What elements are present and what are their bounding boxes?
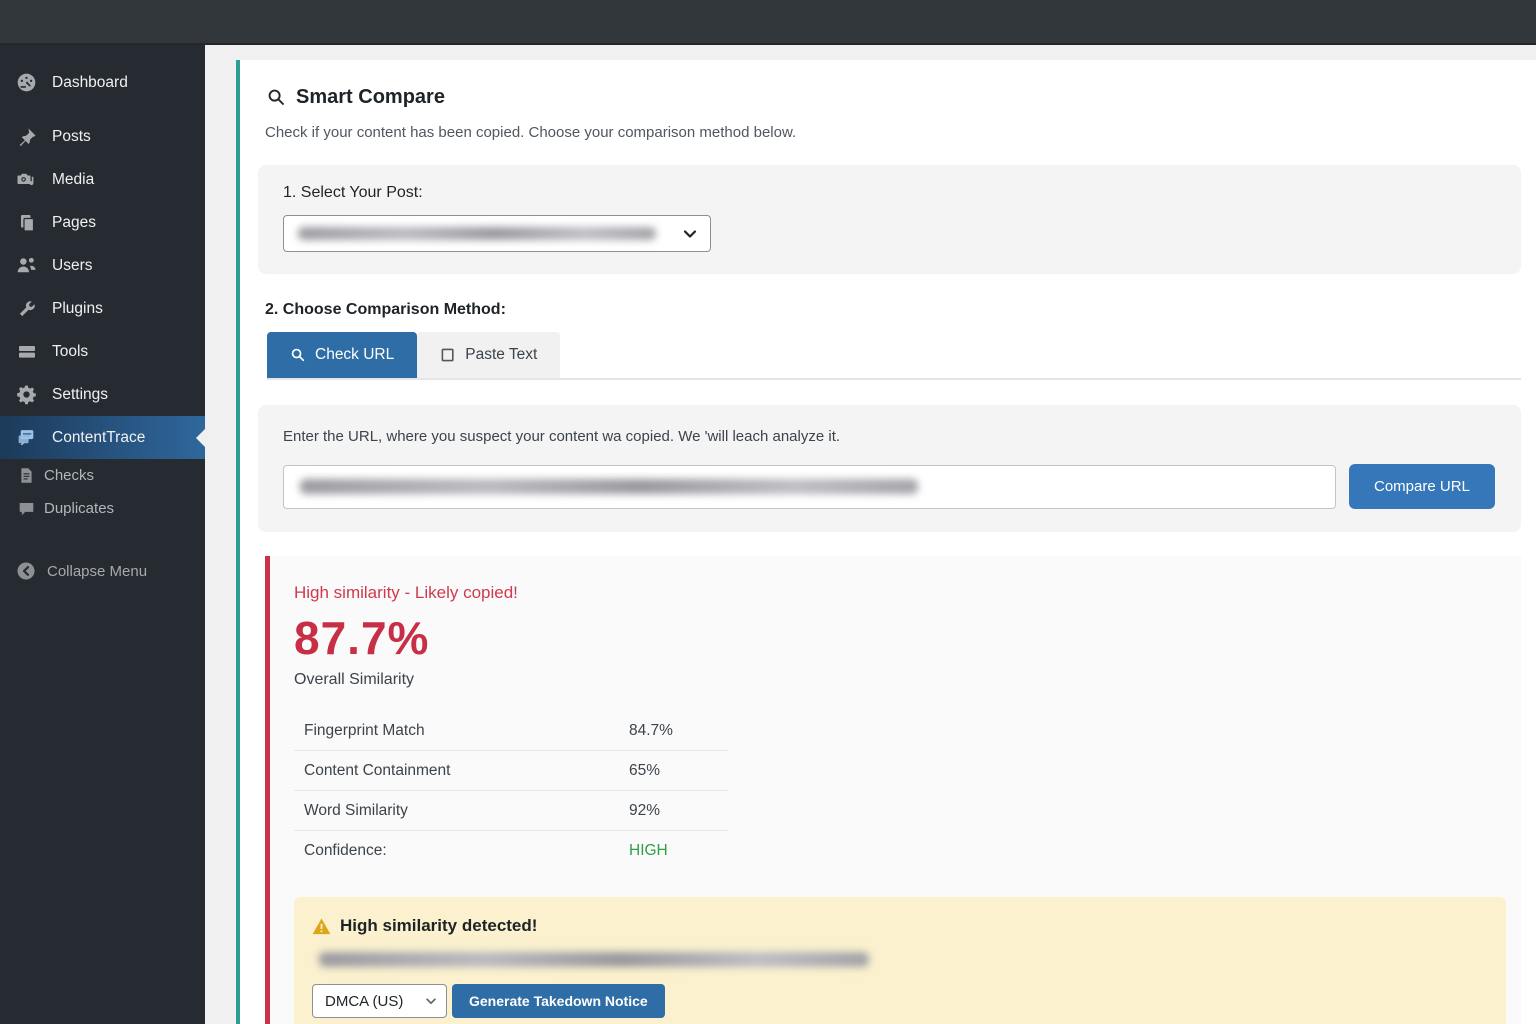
page-subtitle: Check if your content has been copied. C…	[265, 124, 1521, 141]
sidebar-subitem-checks[interactable]: Checks	[0, 459, 205, 492]
sidebar-item-settings[interactable]: Settings	[0, 373, 205, 416]
metric-label: Fingerprint Match	[304, 722, 629, 740]
plugin-wrench-icon	[16, 298, 37, 319]
comparison-method-tabs: Check URL Paste Text	[267, 332, 1521, 380]
collapse-menu-label: Collapse Menu	[47, 563, 147, 580]
tab-paste-text[interactable]: Paste Text	[417, 332, 560, 378]
gear-icon	[16, 384, 37, 405]
metric-value: 84.7%	[629, 722, 673, 740]
smart-compare-panel: Smart Compare Check if your content has …	[236, 60, 1536, 1024]
url-compare-section: Enter the URL, where you suspect your co…	[258, 405, 1521, 532]
overall-similarity-label: Overall Similarity	[294, 671, 1506, 689]
sidebar-item-users[interactable]: Users	[0, 244, 205, 287]
generate-takedown-button[interactable]: Generate Takedown Notice	[452, 984, 665, 1018]
chevron-down-icon	[424, 994, 438, 1008]
sidebar-item-label: Settings	[52, 386, 108, 404]
sidebar-subitem-duplicates[interactable]: Duplicates	[0, 492, 205, 525]
sidebar-subitem-label: Checks	[44, 467, 94, 484]
users-icon	[16, 255, 37, 276]
tab-label: Paste Text	[465, 346, 537, 364]
confidence-value: HIGH	[629, 842, 668, 860]
pages-icon	[16, 212, 37, 233]
page-title: Smart Compare	[296, 86, 445, 109]
warning-title: High similarity detected!	[340, 916, 537, 936]
sidebar-item-posts[interactable]: Posts	[0, 115, 205, 158]
overall-similarity-score: 87.7%	[294, 611, 1506, 665]
sidebar-item-label: ContentTrace	[52, 429, 145, 447]
table-row: Word Similarity 92%	[294, 791, 728, 831]
jurisdiction-value: DMCA (US)	[325, 993, 403, 1010]
metric-value: 92%	[629, 802, 660, 820]
sidebar-item-contenttrace[interactable]: ContentTrace	[0, 416, 205, 459]
chevron-down-icon	[682, 226, 698, 242]
metric-label: Word Similarity	[304, 802, 629, 820]
admin-sidebar: Dashboard Posts Media Pages Users Plugin…	[0, 45, 205, 1024]
sidebar-item-label: Plugins	[52, 300, 103, 318]
url-input[interactable]	[283, 465, 1336, 509]
search-icon	[267, 88, 286, 107]
document-icon	[18, 467, 35, 484]
tab-label: Check URL	[315, 346, 394, 364]
paste-box-icon	[440, 347, 456, 363]
result-alert-text: High similarity - Likely copied!	[294, 583, 1506, 603]
sidebar-item-label: Media	[52, 171, 94, 189]
jurisdiction-select[interactable]: DMCA (US)	[312, 984, 447, 1018]
table-row: Confidence: HIGH	[294, 831, 728, 870]
metric-value: 65%	[629, 762, 660, 780]
sidebar-item-label: Posts	[52, 128, 91, 146]
sidebar-item-media[interactable]: Media	[0, 158, 205, 201]
media-camera-icon	[16, 169, 37, 190]
url-instruction: Enter the URL, where you suspect your co…	[283, 428, 1496, 445]
redacted-warning-detail	[319, 952, 869, 967]
admin-toolbar	[0, 0, 1536, 45]
metric-label: Confidence:	[304, 842, 629, 860]
redacted-post-title	[298, 227, 656, 240]
step1-label: 1. Select Your Post:	[283, 184, 1496, 202]
pushpin-icon	[16, 126, 37, 147]
collapse-menu-button[interactable]: Collapse Menu	[0, 551, 205, 591]
comment-bubble-icon	[18, 500, 35, 517]
sidebar-item-pages[interactable]: Pages	[0, 201, 205, 244]
tools-icon	[16, 341, 37, 362]
sidebar-item-label: Users	[52, 257, 92, 275]
step2-label: 2. Choose Comparison Method:	[265, 301, 1521, 319]
redacted-url-value	[300, 479, 918, 494]
sidebar-item-label: Dashboard	[52, 74, 128, 92]
sidebar-item-plugins[interactable]: Plugins	[0, 287, 205, 330]
metrics-table: Fingerprint Match 84.7% Content Containm…	[294, 711, 728, 870]
warning-triangle-icon	[312, 917, 331, 936]
table-row: Content Containment 65%	[294, 751, 728, 791]
sidebar-item-label: Tools	[52, 343, 88, 361]
sidebar-item-dashboard[interactable]: Dashboard	[0, 61, 205, 104]
dashboard-gauge-icon	[16, 72, 37, 93]
contenttrace-icon	[16, 427, 37, 448]
compare-url-button[interactable]: Compare URL	[1349, 464, 1495, 509]
high-similarity-warning-box: High similarity detected! DMCA (US) Gene…	[294, 897, 1506, 1024]
metric-label: Content Containment	[304, 762, 629, 780]
collapse-arrow-icon	[16, 561, 36, 581]
results-panel: High similarity - Likely copied! 87.7% O…	[265, 556, 1521, 1024]
table-row: Fingerprint Match 84.7%	[294, 711, 728, 751]
sidebar-item-tools[interactable]: Tools	[0, 330, 205, 373]
search-icon	[290, 347, 306, 363]
sidebar-item-label: Pages	[52, 214, 96, 232]
sidebar-subitem-label: Duplicates	[44, 500, 114, 517]
post-select-dropdown[interactable]	[283, 215, 711, 252]
tab-check-url[interactable]: Check URL	[267, 332, 417, 378]
select-post-section: 1. Select Your Post:	[258, 165, 1521, 274]
